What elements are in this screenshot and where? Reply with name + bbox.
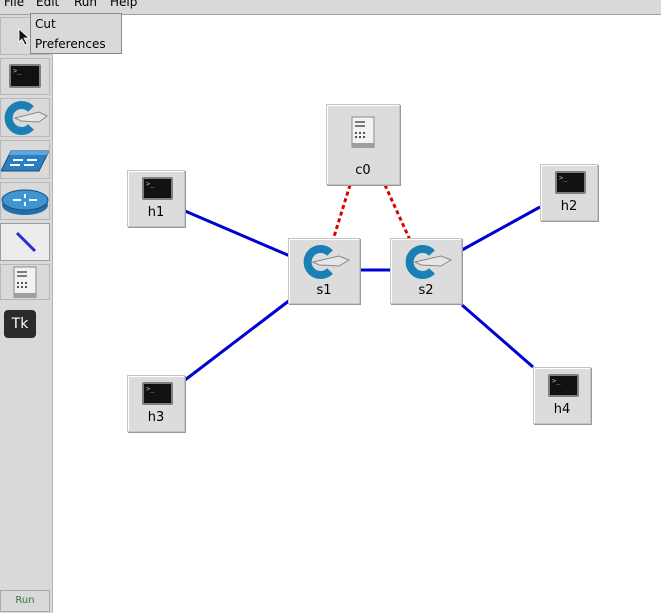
node-s2[interactable]: s2 xyxy=(390,238,462,304)
node-c0[interactable]: c0 xyxy=(326,104,400,185)
openflow-switch-icon xyxy=(405,245,453,279)
terminal-icon: >_ xyxy=(555,171,586,194)
node-label-s2: s2 xyxy=(418,283,434,298)
node-label-s1: s1 xyxy=(316,283,332,298)
node-h2[interactable]: >_ h2 xyxy=(540,164,598,221)
edit-dropdown-menu: Cut Preferences xyxy=(30,13,122,54)
topology-links xyxy=(184,184,541,382)
node-label-c0: c0 xyxy=(355,163,371,178)
terminal-icon: >_ xyxy=(548,374,579,397)
node-h1[interactable]: >_ h1 xyxy=(127,170,185,227)
node-s1[interactable]: s1 xyxy=(288,238,360,304)
node-label-h2: h2 xyxy=(560,199,578,214)
control-link-c0-s2[interactable] xyxy=(383,184,412,241)
node-label-h1: h1 xyxy=(147,205,165,220)
node-h4[interactable]: >_ h4 xyxy=(533,367,591,424)
node-h3[interactable]: >_ h3 xyxy=(127,375,185,432)
link-s2-h2[interactable] xyxy=(461,205,541,252)
link-s2-h4[interactable] xyxy=(461,303,534,369)
terminal-icon: >_ xyxy=(142,177,173,200)
link-h3-s1[interactable] xyxy=(184,298,291,382)
link-h1-s1[interactable] xyxy=(184,209,291,258)
openflow-switch-icon xyxy=(303,245,351,279)
node-label-h3: h3 xyxy=(147,410,165,425)
menu-cut[interactable]: Cut xyxy=(35,17,56,31)
menu-preferences[interactable]: Preferences xyxy=(35,37,106,51)
server-icon xyxy=(351,116,375,148)
node-label-h4: h4 xyxy=(553,402,571,417)
terminal-icon: >_ xyxy=(142,382,173,405)
control-link-c0-s1[interactable] xyxy=(331,184,352,241)
